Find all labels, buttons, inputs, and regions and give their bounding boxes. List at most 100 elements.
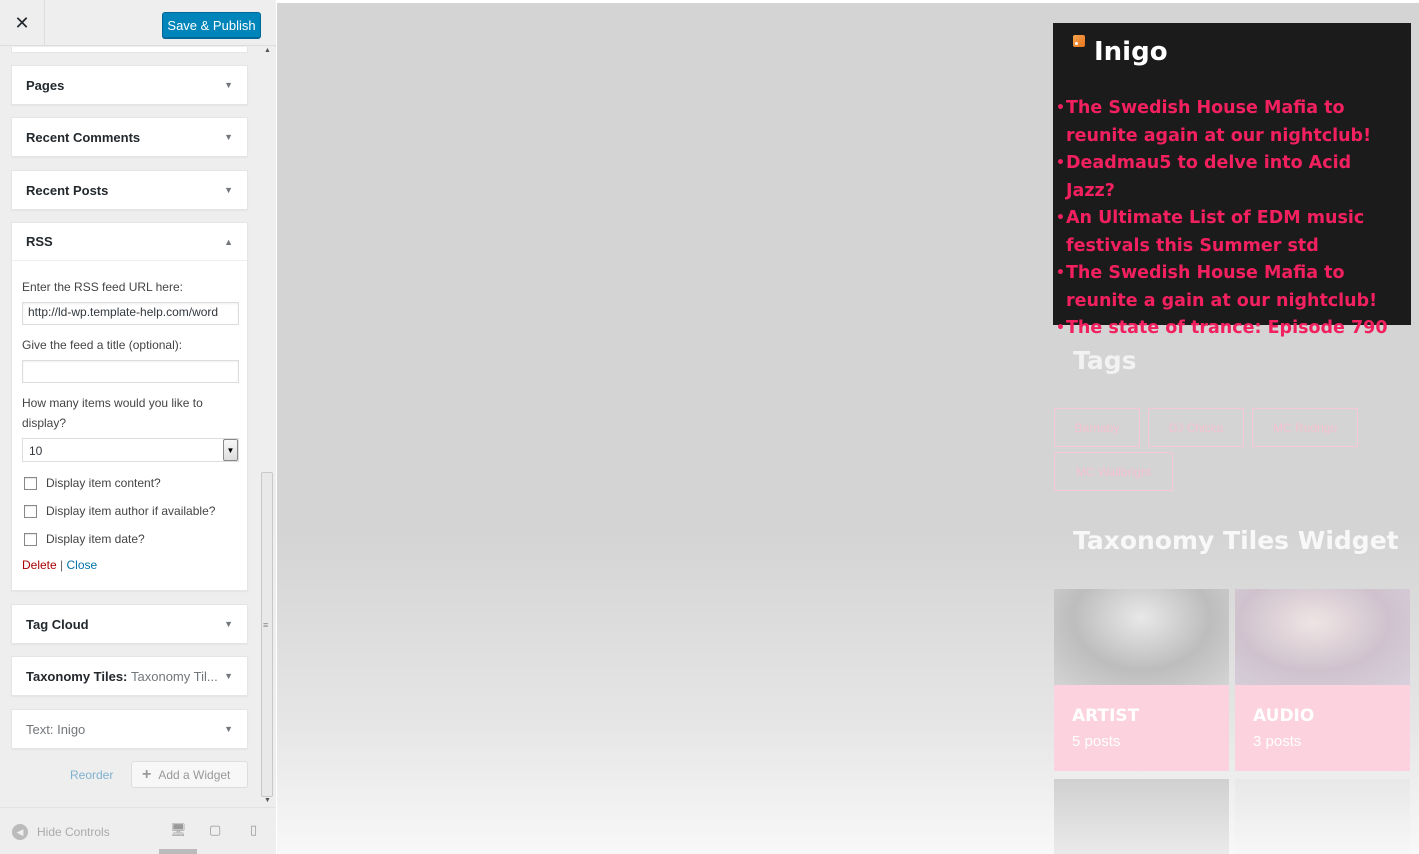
widget-pages-header[interactable]: Pages ▼ xyxy=(12,66,247,104)
widget-text-header[interactable]: Text: Inigo ▼ xyxy=(12,710,247,748)
delete-link[interactable]: Delete xyxy=(22,558,57,572)
tag-chip[interactable]: MC Wallbright xyxy=(1054,452,1173,491)
widget-recent-posts-header[interactable]: Recent Posts ▼ xyxy=(12,171,247,209)
customizer-header: ✕ Save & Publish xyxy=(0,0,276,46)
tile-name: ARTIST xyxy=(1072,706,1140,726)
widget-recent-posts[interactable]: Recent Posts ▼ xyxy=(11,170,248,210)
customizer-footer: ◀ Hide Controls 🖥 ▢ ▯ xyxy=(0,807,276,854)
tile-image xyxy=(1054,589,1229,685)
display-content-checkbox[interactable] xyxy=(24,476,37,490)
widget-actions: Reorder + Add a Widget xyxy=(0,761,276,791)
rss-widget-title: Inigo xyxy=(1053,33,1411,95)
scroll-down-arrow-icon[interactable]: ▼ xyxy=(264,797,271,804)
tag-chip[interactable]: DJ Chicka xyxy=(1148,408,1244,447)
close-link[interactable]: Close xyxy=(67,558,98,572)
widget-rss-header[interactable]: RSS ▲ xyxy=(12,223,247,261)
active-device-indicator xyxy=(159,849,197,854)
add-widget-label: Add a Widget xyxy=(158,767,231,782)
tile-count: 3 posts xyxy=(1253,733,1302,750)
site-preview: Inigo • The Swedish House Mafia to reunit… xyxy=(277,0,1419,854)
scrollbar-thumb[interactable]: ≡ xyxy=(261,472,273,797)
arrow-down-icon[interactable]: ▼ xyxy=(224,80,233,90)
tag-chip[interactable]: Barnaby xyxy=(1054,408,1140,447)
sidebar-scrollbar[interactable]: ▲ ≡ ▼ xyxy=(259,47,276,807)
arrow-down-icon[interactable]: ▼ xyxy=(224,724,233,734)
checkbox-row-content[interactable]: Display item content? xyxy=(22,476,237,490)
widget-taxonomy-header[interactable]: Taxonomy Tiles: Taxonomy Til... ▼ xyxy=(12,657,247,695)
display-date-checkbox[interactable] xyxy=(24,532,37,546)
bullet: • xyxy=(1056,100,1065,116)
save-publish-button[interactable]: Save & Publish xyxy=(162,12,261,38)
widget-title: Taxonomy Tiles: xyxy=(26,668,128,684)
arrow-down-icon[interactable]: ▼ xyxy=(224,619,233,629)
widget-tag-cloud-header[interactable]: Tag Cloud ▼ xyxy=(12,605,247,643)
tile-count: 5 posts xyxy=(1072,733,1121,750)
reorder-link[interactable]: Reorder xyxy=(70,768,113,782)
widget-pages[interactable]: Pages ▼ xyxy=(11,65,248,105)
add-widget-button[interactable]: + Add a Widget xyxy=(131,761,248,788)
tile-overlay xyxy=(1235,685,1410,771)
bullet: • xyxy=(1056,320,1065,336)
widget-control-links: Delete | Close xyxy=(22,558,237,572)
scroll-up-arrow-icon[interactable]: ▲ xyxy=(264,47,271,54)
link-separator: | xyxy=(60,558,64,572)
widget-title: Recent Posts xyxy=(26,182,109,198)
customizer-sidebar: ✕ Save & Publish Pages ▼ Recent Comments… xyxy=(0,0,276,854)
rss-count-value: 10 xyxy=(29,444,43,458)
checkbox-row-author[interactable]: Display item author if available? xyxy=(22,504,237,518)
taxonomy-tile[interactable]: ARTIST 5 posts xyxy=(1054,589,1229,771)
close-icon[interactable]: ✕ xyxy=(0,0,45,46)
dropdown-arrow-icon[interactable]: ▼ xyxy=(223,439,238,461)
widget-title: Text: xyxy=(26,721,54,737)
rss-count-select[interactable]: 10 ▼ xyxy=(22,438,239,462)
rss-title-text[interactable]: Inigo xyxy=(1094,37,1168,67)
rss-item: • Deadmau5 to delve into Acid Jazz? xyxy=(1056,150,1405,205)
arrow-down-icon[interactable]: ▼ xyxy=(224,671,233,681)
widget-title: Tag Cloud xyxy=(26,616,89,632)
bullet: • xyxy=(1056,210,1065,226)
rss-item-link[interactable]: Deadmau5 to delve into Acid Jazz? xyxy=(1066,150,1405,205)
widget-list: Pages ▼ Recent Comments ▼ Recent Posts ▼… xyxy=(0,47,276,807)
widget-text[interactable]: Text: Inigo ▼ xyxy=(11,709,248,749)
taxonomy-tile-partial[interactable] xyxy=(1235,779,1410,854)
rss-url-label: Enter the RSS feed URL here: xyxy=(22,280,183,294)
desktop-icon[interactable]: 🖥 xyxy=(170,822,187,838)
arrow-up-icon[interactable]: ▲ xyxy=(224,237,233,247)
rss-icon[interactable] xyxy=(1073,35,1085,47)
taxonomy-tile[interactable]: AUDIO 3 posts xyxy=(1235,589,1410,771)
tile-image xyxy=(1235,589,1410,685)
widget-subtitle: Taxonomy Til... xyxy=(131,668,218,684)
tile-overlay xyxy=(1054,685,1229,771)
rss-title-input[interactable] xyxy=(22,360,239,383)
rss-item-link[interactable]: An Ultimate List of EDM music festivals … xyxy=(1066,205,1405,260)
tag-chip[interactable]: MC Rodrigo xyxy=(1252,408,1358,447)
rss-title-label: Give the feed a title (optional): xyxy=(22,338,183,352)
grip-icon: ≡ xyxy=(263,620,269,630)
arrow-down-icon[interactable]: ▼ xyxy=(224,132,233,142)
tags-heading: Tags xyxy=(1073,346,1137,375)
widget-recent-comments-header[interactable]: Recent Comments ▼ xyxy=(12,118,247,156)
arrow-down-icon[interactable]: ▼ xyxy=(224,185,233,195)
taxonomy-tile-partial[interactable] xyxy=(1054,779,1229,854)
widget-title: Recent Comments xyxy=(26,129,141,145)
rss-item-link[interactable]: The Swedish House Mafia to reunite a gai… xyxy=(1066,260,1405,315)
checkbox-row-date[interactable]: Display item date? xyxy=(22,532,237,546)
mobile-icon[interactable]: ▯ xyxy=(250,822,257,838)
hide-controls-button[interactable]: ◀ Hide Controls xyxy=(12,824,110,840)
rss-item-link[interactable]: The Swedish House Mafia to reunite again… xyxy=(1066,95,1405,150)
widget-tag-cloud[interactable]: Tag Cloud ▼ xyxy=(11,604,248,644)
tile-name: AUDIO xyxy=(1253,706,1315,726)
bullet: • xyxy=(1056,155,1065,171)
tablet-icon[interactable]: ▢ xyxy=(209,822,221,838)
checkbox-label: Display item author if available? xyxy=(46,504,216,518)
rss-item-link[interactable]: The state of trance: Episode 790 xyxy=(1066,315,1388,343)
rss-item-list: • The Swedish House Mafia to reunite agai… xyxy=(1053,95,1411,343)
rss-item: • The state of trance: Episode 790 xyxy=(1056,315,1405,343)
widget-recent-comments[interactable]: Recent Comments ▼ xyxy=(11,117,248,157)
widget-taxonomy-tiles[interactable]: Taxonomy Tiles: Taxonomy Til... ▼ xyxy=(11,656,248,696)
widget-subtitle: Inigo xyxy=(57,721,86,737)
rss-url-input[interactable]: http://ld-wp.template-help.com/word xyxy=(22,302,239,325)
display-author-checkbox[interactable] xyxy=(24,504,37,518)
rss-count-label: How many items would you like to display… xyxy=(22,396,203,430)
rss-widget-preview: Inigo • The Swedish House Mafia to reunit… xyxy=(1053,23,1411,338)
